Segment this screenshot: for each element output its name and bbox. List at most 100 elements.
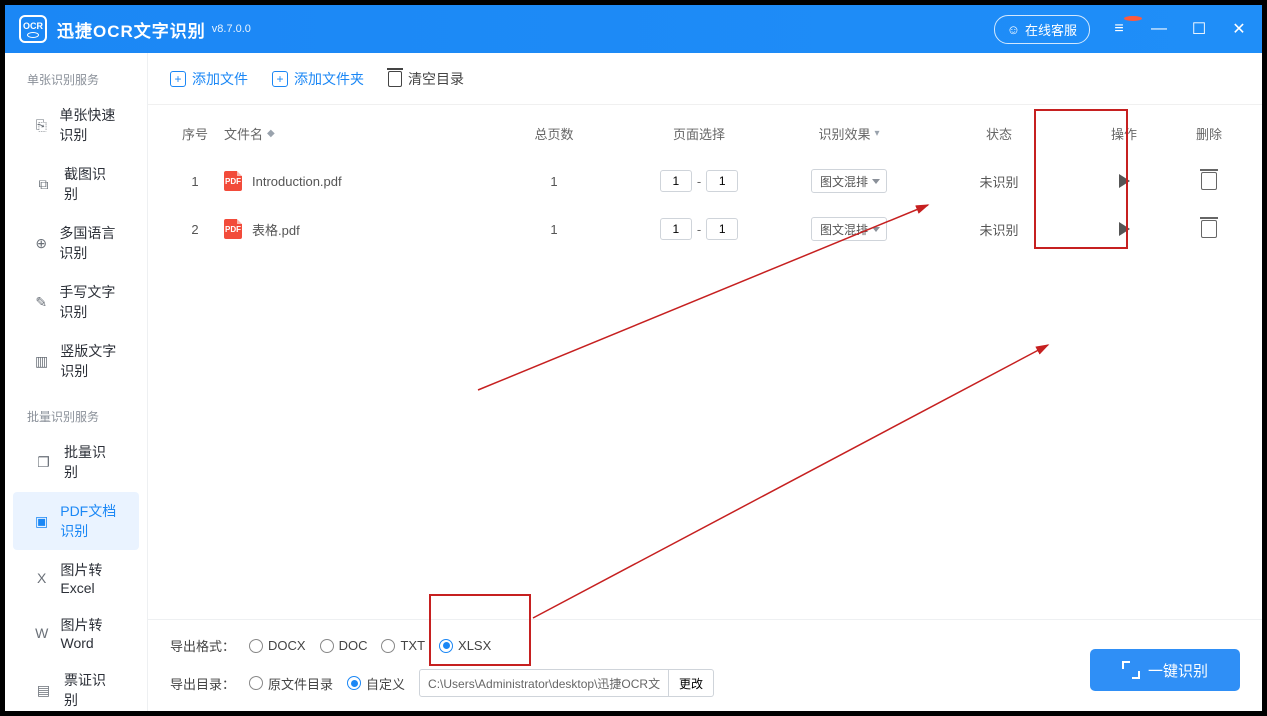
delete-row-button[interactable] xyxy=(1201,172,1217,190)
delete-row-button[interactable] xyxy=(1201,220,1217,238)
range-sep: - xyxy=(697,222,701,237)
effect-select[interactable]: 图文混排 xyxy=(811,217,887,241)
col-effect[interactable]: 识别效果 ▾ xyxy=(774,124,924,143)
sidebar-item-single-fast[interactable]: ⎘单张快速识别 xyxy=(13,96,139,154)
btn-label: 添加文件夹 xyxy=(294,69,364,89)
page-from-input[interactable] xyxy=(660,170,692,192)
sidebar-item-img-word[interactable]: W 图片转Word xyxy=(13,606,139,660)
col-index: 序号 xyxy=(166,124,224,143)
radio-label: 自定义 xyxy=(366,674,405,693)
online-support-button[interactable]: ☺ 在线客服 xyxy=(994,15,1090,44)
radio-label: DOC xyxy=(339,638,368,653)
export-dir-row: 导出目录： 原文件目录 自定义 更改 xyxy=(170,669,1240,697)
run-row-button[interactable] xyxy=(1119,174,1130,188)
cell-op xyxy=(1074,174,1174,188)
plus-icon: + xyxy=(170,71,186,87)
nav-label: 单张快速识别 xyxy=(59,105,117,145)
radio-label: DOCX xyxy=(268,638,306,653)
minimize-button[interactable]: — xyxy=(1150,20,1168,38)
app-version: v8.7.0.0 xyxy=(212,23,251,35)
maximize-button[interactable]: ☐ xyxy=(1190,19,1208,39)
export-format-row: 导出格式： DOCX DOC TXT XLSX xyxy=(170,636,1240,655)
cell-effect: 图文混排 xyxy=(774,217,924,241)
format-label: 导出格式： xyxy=(170,636,235,655)
col-label: 识别效果 xyxy=(818,124,870,143)
cell-range: - xyxy=(624,218,774,240)
format-docx-radio[interactable]: DOCX xyxy=(249,638,306,653)
sidebar-item-ticket[interactable]: ▤ 票证识别 xyxy=(13,661,139,711)
cell-status: 未识别 xyxy=(924,172,1074,191)
nav-label: PDF文档识别 xyxy=(60,501,117,541)
cell-pages: 1 xyxy=(484,222,624,237)
window-controls: ≡ — ☐ ✕ xyxy=(1110,19,1248,39)
sidebar-item-img-excel[interactable]: X图片转Excel xyxy=(13,551,139,605)
sidebar-item-batch[interactable]: ❐ 批量识别 xyxy=(13,433,139,491)
word-icon: W xyxy=(35,624,49,642)
col-name[interactable]: 文件名◆ xyxy=(224,124,484,143)
sidebar-item-multilang[interactable]: ⊕ 多国语言识别 xyxy=(13,214,139,272)
col-op: 操作 xyxy=(1074,124,1174,143)
file-table: 序号 文件名◆ 总页数 页面选择 识别效果▾ 状态 操作 删除 1 PDFInt… xyxy=(148,105,1262,619)
globe-icon: ⊕ xyxy=(35,234,47,252)
sidebar-item-pdf-ocr[interactable]: ▣ PDF文档识别 xyxy=(13,492,139,550)
format-doc-radio[interactable]: DOC xyxy=(320,638,368,653)
pen-icon: ✎ xyxy=(35,293,47,311)
radio-label: 原文件目录 xyxy=(268,674,333,693)
sidebar-group-batch: 批量识别服务 xyxy=(5,408,147,425)
sidebar-item-screenshot[interactable]: ⧉ 截图识别 xyxy=(13,155,139,213)
table-row: 1 PDFIntroduction.pdf 1 - 图文混排 未识别 xyxy=(166,157,1244,205)
add-file-button[interactable]: + 添加文件 xyxy=(170,69,248,89)
dir-custom-radio[interactable]: 自定义 xyxy=(347,674,405,693)
format-xlsx-radio[interactable]: XLSX xyxy=(439,638,491,653)
col-del: 删除 xyxy=(1174,124,1244,143)
change-path-button[interactable]: 更改 xyxy=(669,669,714,697)
format-txt-radio[interactable]: TXT xyxy=(381,638,425,653)
titlebar: OCR 迅捷OCR文字识别 v8.7.0.0 ☺ 在线客服 ≡ — ☐ ✕ xyxy=(5,5,1262,53)
cell-name: PDF表格.pdf xyxy=(224,219,484,239)
plus-icon: + xyxy=(272,71,288,87)
ticket-icon: ▤ xyxy=(35,681,52,699)
sidebar-item-handwriting[interactable]: ✎ 手写文字识别 xyxy=(13,273,139,331)
copy-icon: ❐ xyxy=(35,453,52,471)
nav-label: 多国语言识别 xyxy=(59,223,117,263)
toolbar: + 添加文件 + 添加文件夹 清空目录 xyxy=(148,53,1262,105)
pdf-file-icon: PDF xyxy=(224,219,242,239)
vertical-text-icon: ▥ xyxy=(35,352,48,370)
support-label: 在线客服 xyxy=(1025,20,1077,39)
nav-label: 手写文字识别 xyxy=(59,282,117,322)
clear-list-button[interactable]: 清空目录 xyxy=(388,69,464,89)
page-to-input[interactable] xyxy=(706,218,738,240)
col-range: 页面选择 xyxy=(624,124,774,143)
menu-icon[interactable]: ≡ xyxy=(1110,20,1128,38)
app-window: OCR 迅捷OCR文字识别 v8.7.0.0 ☺ 在线客服 ≡ — ☐ ✕ 单张… xyxy=(5,5,1262,711)
close-button[interactable]: ✕ xyxy=(1230,19,1248,39)
chevron-down-icon: ▾ xyxy=(874,128,879,139)
cell-index: 2 xyxy=(166,222,224,237)
main-area: +添加文件 +添加文件夹 清空目录 序号 文件名◆ 总页数 页面选择 识别效果▾… xyxy=(148,53,1262,711)
output-path-input[interactable] xyxy=(419,669,669,697)
recognize-all-button[interactable]: 一键识别 xyxy=(1090,649,1240,691)
page-to-input[interactable] xyxy=(706,170,738,192)
nav-label: 批量识别 xyxy=(64,442,117,482)
trash-icon xyxy=(388,71,402,87)
radio-label: TXT xyxy=(400,638,425,653)
excel-icon: X xyxy=(35,569,48,587)
dir-original-radio[interactable]: 原文件目录 xyxy=(249,674,333,693)
nav-label: 截图识别 xyxy=(64,164,117,204)
sidebar-item-vertical[interactable]: ▥ 竖版文字识别 xyxy=(13,332,139,390)
nav-label: 图片转Word xyxy=(61,615,117,651)
effect-select[interactable]: 图文混排 xyxy=(811,169,887,193)
pdf-doc-icon: ▣ xyxy=(35,512,48,530)
run-row-button[interactable] xyxy=(1119,222,1130,236)
table-header: 序号 文件名◆ 总页数 页面选择 识别效果▾ 状态 操作 删除 xyxy=(166,109,1244,157)
btn-label: 添加文件 xyxy=(192,69,248,89)
nav-label: 竖版文字识别 xyxy=(60,341,117,381)
sidebar-group-single: 单张识别服务 xyxy=(5,71,147,88)
cell-pages: 1 xyxy=(484,174,624,189)
page-from-input[interactable] xyxy=(660,218,692,240)
cell-name: PDFIntroduction.pdf xyxy=(224,171,484,191)
add-folder-button[interactable]: + 添加文件夹 xyxy=(272,69,364,89)
cell-del xyxy=(1174,220,1244,238)
crop-icon: ⧉ xyxy=(35,175,52,193)
nav-label: 票证识别 xyxy=(64,670,117,710)
